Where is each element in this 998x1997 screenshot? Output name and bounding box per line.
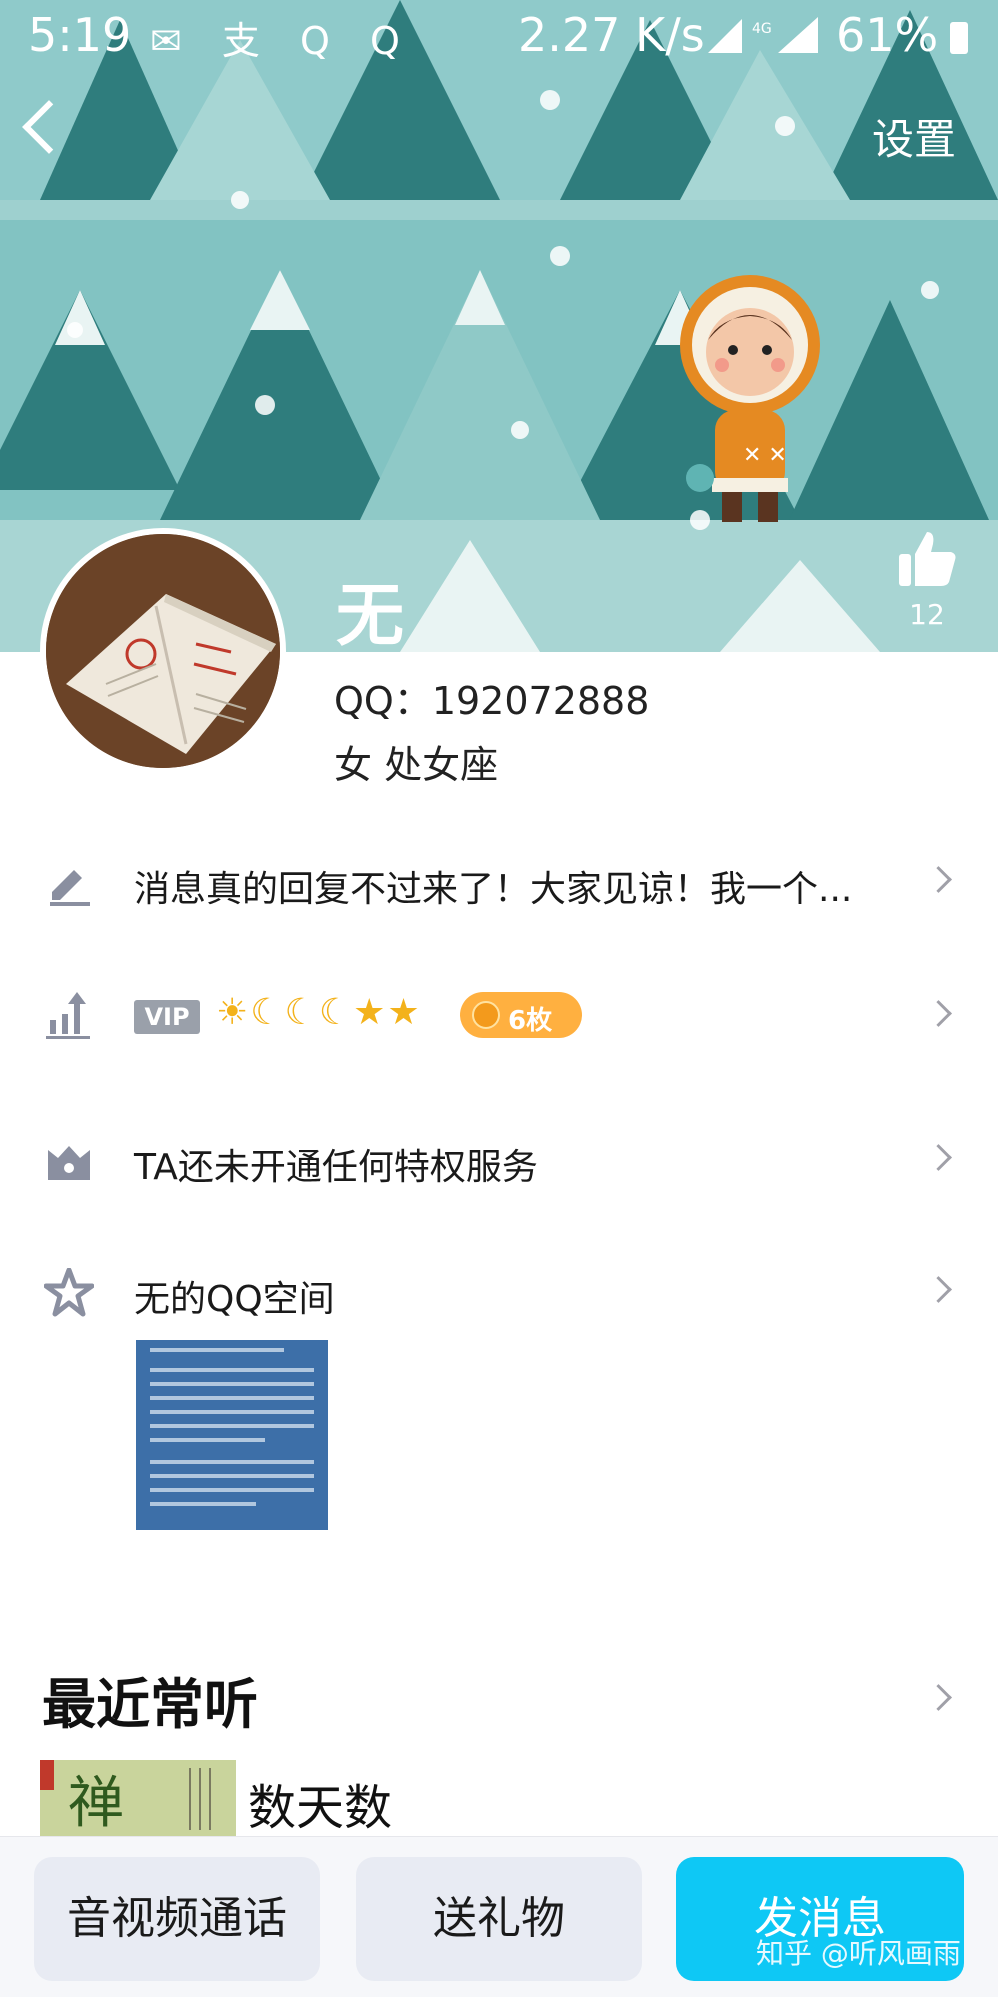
signal-icon: 4G: [708, 12, 828, 66]
level-up-icon: [44, 992, 94, 1042]
edit-icon: [44, 858, 94, 908]
send-gift-button[interactable]: 送礼物: [356, 1857, 642, 1981]
signature-row[interactable]: 消息真的回复不过来了！大家见谅！我一个...: [0, 830, 998, 940]
bottom-action-bar: 音视频通话 送礼物 发消息: [0, 1836, 998, 1997]
level-row[interactable]: VIP ☀☾☾☾★★ 6枚: [0, 964, 998, 1074]
video-call-button[interactable]: 音视频通话: [34, 1857, 320, 1981]
chevron-right-icon: [925, 1144, 952, 1171]
battery-percent: 61%: [836, 8, 939, 62]
network-speed: 2.27 K/s: [518, 8, 705, 62]
qzone-post-thumbnail[interactable]: [136, 1340, 328, 1530]
recent-album-cover[interactable]: 禅: [40, 1760, 236, 1840]
battery-icon: [950, 22, 968, 54]
chevron-right-icon: [925, 1276, 952, 1303]
qzone-text: 无的QQ空间: [134, 1279, 335, 1320]
settings-button[interactable]: 设置: [872, 106, 956, 167]
chevron-right-icon: [925, 1000, 952, 1027]
svg-text:✕ ✕: ✕ ✕: [743, 443, 787, 468]
thumb-up-icon: [897, 528, 957, 588]
chevron-right-icon: [925, 1684, 952, 1711]
gender-zodiac: 女 处女座: [334, 743, 499, 787]
network-type: 4G: [752, 21, 772, 37]
profile-name: 无: [336, 577, 405, 656]
vip-badge: VIP: [134, 1000, 200, 1034]
qzone-row[interactable]: 无的QQ空间: [0, 1240, 998, 1350]
signature-text: 消息真的回复不过来了！大家见谅！我一个...: [134, 869, 853, 910]
medal-count: 6枚: [508, 1006, 553, 1036]
qzone-star-icon: [43, 1267, 95, 1318]
svg-text:禅: 禅: [68, 1771, 124, 1836]
like-button[interactable]: 12: [892, 528, 962, 631]
level-icons: ☀☾☾☾★★: [216, 992, 422, 1033]
status-bar: 5:19 ✉ 支 Q Q 2.27 K/s 4G 61%: [0, 0, 998, 72]
chevron-right-icon: [925, 866, 952, 893]
zhihu-watermark: 知乎 @听风画雨: [756, 1937, 961, 1970]
qq-number: QQ：192072888: [334, 679, 650, 723]
medal-icon: [472, 1001, 500, 1029]
status-time: 5:19: [28, 8, 132, 62]
crown-icon: [44, 1136, 94, 1186]
like-count: 12: [909, 598, 945, 631]
recent-item-title[interactable]: 数天数: [248, 1768, 392, 1838]
privilege-text: TA还未开通任何特权服务: [134, 1147, 538, 1188]
privilege-row[interactable]: TA还未开通任何特权服务: [0, 1108, 998, 1218]
medal-count-badge[interactable]: 6枚: [460, 992, 582, 1038]
notification-icons: ✉ 支 Q Q: [150, 19, 414, 63]
avatar[interactable]: [40, 528, 286, 774]
recent-listening-header[interactable]: [0, 1660, 998, 1734]
